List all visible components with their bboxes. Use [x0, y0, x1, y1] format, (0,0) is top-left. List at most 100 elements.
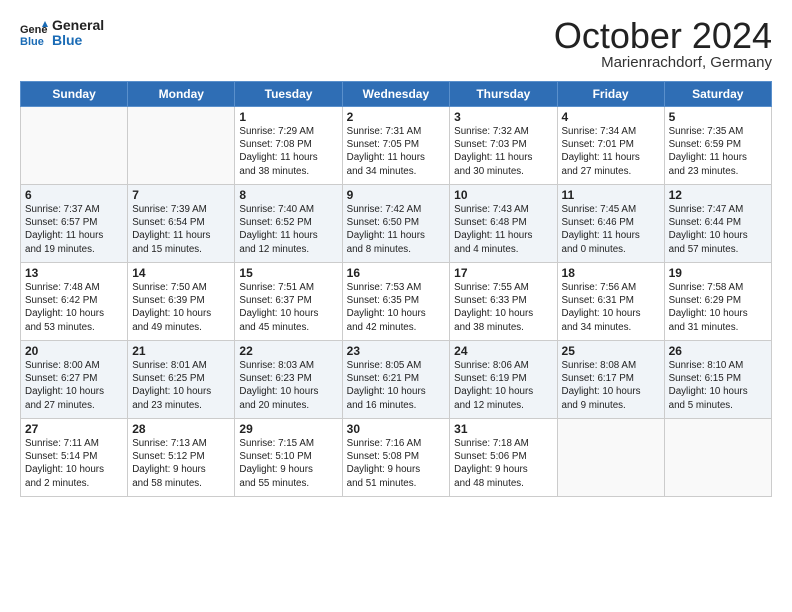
day-number: 14 [132, 266, 230, 280]
day-info: Sunrise: 7:53 AM Sunset: 6:35 PM Dayligh… [347, 281, 446, 334]
day-info: Sunrise: 7:29 AM Sunset: 7:08 PM Dayligh… [239, 125, 337, 178]
page: General Blue General Blue October 2024 M… [0, 0, 792, 507]
day-info: Sunrise: 7:32 AM Sunset: 7:03 PM Dayligh… [454, 125, 552, 178]
day-cell: 8Sunrise: 7:40 AM Sunset: 6:52 PM Daylig… [235, 185, 342, 263]
day-info: Sunrise: 8:08 AM Sunset: 6:17 PM Dayligh… [562, 359, 660, 412]
day-cell: 11Sunrise: 7:45 AM Sunset: 6:46 PM Dayli… [557, 185, 664, 263]
title-block: October 2024 Marienrachdorf, Germany [554, 18, 772, 71]
day-number: 29 [239, 422, 337, 436]
day-info: Sunrise: 7:48 AM Sunset: 6:42 PM Dayligh… [25, 281, 123, 334]
weekday-tuesday: Tuesday [235, 82, 342, 107]
day-number: 5 [669, 110, 767, 124]
weekday-thursday: Thursday [450, 82, 557, 107]
day-info: Sunrise: 7:40 AM Sunset: 6:52 PM Dayligh… [239, 203, 337, 256]
day-number: 8 [239, 188, 337, 202]
logo-icon: General Blue [20, 19, 48, 47]
day-cell: 13Sunrise: 7:48 AM Sunset: 6:42 PM Dayli… [21, 263, 128, 341]
day-number: 13 [25, 266, 123, 280]
day-number: 22 [239, 344, 337, 358]
day-number: 4 [562, 110, 660, 124]
day-cell: 30Sunrise: 7:16 AM Sunset: 5:08 PM Dayli… [342, 419, 450, 497]
day-cell [557, 419, 664, 497]
day-number: 12 [669, 188, 767, 202]
week-row-4: 20Sunrise: 8:00 AM Sunset: 6:27 PM Dayli… [21, 341, 772, 419]
day-info: Sunrise: 8:00 AM Sunset: 6:27 PM Dayligh… [25, 359, 123, 412]
day-cell: 22Sunrise: 8:03 AM Sunset: 6:23 PM Dayli… [235, 341, 342, 419]
day-number: 18 [562, 266, 660, 280]
day-cell: 12Sunrise: 7:47 AM Sunset: 6:44 PM Dayli… [664, 185, 771, 263]
day-number: 7 [132, 188, 230, 202]
day-cell: 19Sunrise: 7:58 AM Sunset: 6:29 PM Dayli… [664, 263, 771, 341]
day-number: 11 [562, 188, 660, 202]
day-info: Sunrise: 8:05 AM Sunset: 6:21 PM Dayligh… [347, 359, 446, 412]
day-info: Sunrise: 7:15 AM Sunset: 5:10 PM Dayligh… [239, 437, 337, 490]
day-cell: 24Sunrise: 8:06 AM Sunset: 6:19 PM Dayli… [450, 341, 557, 419]
weekday-wednesday: Wednesday [342, 82, 450, 107]
day-info: Sunrise: 7:13 AM Sunset: 5:12 PM Dayligh… [132, 437, 230, 490]
day-cell: 3Sunrise: 7:32 AM Sunset: 7:03 PM Daylig… [450, 107, 557, 185]
day-info: Sunrise: 7:58 AM Sunset: 6:29 PM Dayligh… [669, 281, 767, 334]
day-info: Sunrise: 7:43 AM Sunset: 6:48 PM Dayligh… [454, 203, 552, 256]
week-row-1: 1Sunrise: 7:29 AM Sunset: 7:08 PM Daylig… [21, 107, 772, 185]
day-info: Sunrise: 7:37 AM Sunset: 6:57 PM Dayligh… [25, 203, 123, 256]
day-info: Sunrise: 7:11 AM Sunset: 5:14 PM Dayligh… [25, 437, 123, 490]
header: General Blue General Blue October 2024 M… [20, 18, 772, 71]
day-number: 30 [347, 422, 446, 436]
day-number: 19 [669, 266, 767, 280]
day-info: Sunrise: 7:47 AM Sunset: 6:44 PM Dayligh… [669, 203, 767, 256]
day-cell: 21Sunrise: 8:01 AM Sunset: 6:25 PM Dayli… [128, 341, 235, 419]
day-info: Sunrise: 7:55 AM Sunset: 6:33 PM Dayligh… [454, 281, 552, 334]
day-cell [128, 107, 235, 185]
day-info: Sunrise: 7:34 AM Sunset: 7:01 PM Dayligh… [562, 125, 660, 178]
day-cell: 15Sunrise: 7:51 AM Sunset: 6:37 PM Dayli… [235, 263, 342, 341]
day-cell: 7Sunrise: 7:39 AM Sunset: 6:54 PM Daylig… [128, 185, 235, 263]
logo: General Blue General Blue [20, 18, 104, 49]
day-cell: 29Sunrise: 7:15 AM Sunset: 5:10 PM Dayli… [235, 419, 342, 497]
day-number: 27 [25, 422, 123, 436]
day-cell: 31Sunrise: 7:18 AM Sunset: 5:06 PM Dayli… [450, 419, 557, 497]
day-info: Sunrise: 7:31 AM Sunset: 7:05 PM Dayligh… [347, 125, 446, 178]
day-info: Sunrise: 7:39 AM Sunset: 6:54 PM Dayligh… [132, 203, 230, 256]
logo-text: General Blue [52, 18, 104, 49]
month-title: October 2024 [554, 18, 772, 54]
day-cell: 28Sunrise: 7:13 AM Sunset: 5:12 PM Dayli… [128, 419, 235, 497]
day-cell: 25Sunrise: 8:08 AM Sunset: 6:17 PM Dayli… [557, 341, 664, 419]
weekday-header-row: SundayMondayTuesdayWednesdayThursdayFrid… [21, 82, 772, 107]
day-cell: 27Sunrise: 7:11 AM Sunset: 5:14 PM Dayli… [21, 419, 128, 497]
day-cell: 4Sunrise: 7:34 AM Sunset: 7:01 PM Daylig… [557, 107, 664, 185]
day-info: Sunrise: 8:06 AM Sunset: 6:19 PM Dayligh… [454, 359, 552, 412]
day-cell: 16Sunrise: 7:53 AM Sunset: 6:35 PM Dayli… [342, 263, 450, 341]
day-number: 20 [25, 344, 123, 358]
day-info: Sunrise: 7:16 AM Sunset: 5:08 PM Dayligh… [347, 437, 446, 490]
day-number: 9 [347, 188, 446, 202]
day-number: 25 [562, 344, 660, 358]
day-cell: 23Sunrise: 8:05 AM Sunset: 6:21 PM Dayli… [342, 341, 450, 419]
day-cell: 1Sunrise: 7:29 AM Sunset: 7:08 PM Daylig… [235, 107, 342, 185]
day-info: Sunrise: 8:03 AM Sunset: 6:23 PM Dayligh… [239, 359, 337, 412]
day-info: Sunrise: 7:51 AM Sunset: 6:37 PM Dayligh… [239, 281, 337, 334]
day-info: Sunrise: 7:18 AM Sunset: 5:06 PM Dayligh… [454, 437, 552, 490]
svg-text:Blue: Blue [20, 36, 44, 47]
week-row-5: 27Sunrise: 7:11 AM Sunset: 5:14 PM Dayli… [21, 419, 772, 497]
day-number: 6 [25, 188, 123, 202]
day-number: 21 [132, 344, 230, 358]
day-cell [664, 419, 771, 497]
weekday-friday: Friday [557, 82, 664, 107]
day-cell: 6Sunrise: 7:37 AM Sunset: 6:57 PM Daylig… [21, 185, 128, 263]
day-number: 15 [239, 266, 337, 280]
calendar-table: SundayMondayTuesdayWednesdayThursdayFrid… [20, 81, 772, 497]
day-cell: 14Sunrise: 7:50 AM Sunset: 6:39 PM Dayli… [128, 263, 235, 341]
day-cell: 9Sunrise: 7:42 AM Sunset: 6:50 PM Daylig… [342, 185, 450, 263]
week-row-3: 13Sunrise: 7:48 AM Sunset: 6:42 PM Dayli… [21, 263, 772, 341]
day-number: 17 [454, 266, 552, 280]
day-number: 26 [669, 344, 767, 358]
day-number: 28 [132, 422, 230, 436]
day-info: Sunrise: 7:50 AM Sunset: 6:39 PM Dayligh… [132, 281, 230, 334]
day-number: 10 [454, 188, 552, 202]
day-info: Sunrise: 7:45 AM Sunset: 6:46 PM Dayligh… [562, 203, 660, 256]
day-cell: 5Sunrise: 7:35 AM Sunset: 6:59 PM Daylig… [664, 107, 771, 185]
day-number: 23 [347, 344, 446, 358]
day-info: Sunrise: 8:01 AM Sunset: 6:25 PM Dayligh… [132, 359, 230, 412]
day-number: 3 [454, 110, 552, 124]
day-cell: 10Sunrise: 7:43 AM Sunset: 6:48 PM Dayli… [450, 185, 557, 263]
